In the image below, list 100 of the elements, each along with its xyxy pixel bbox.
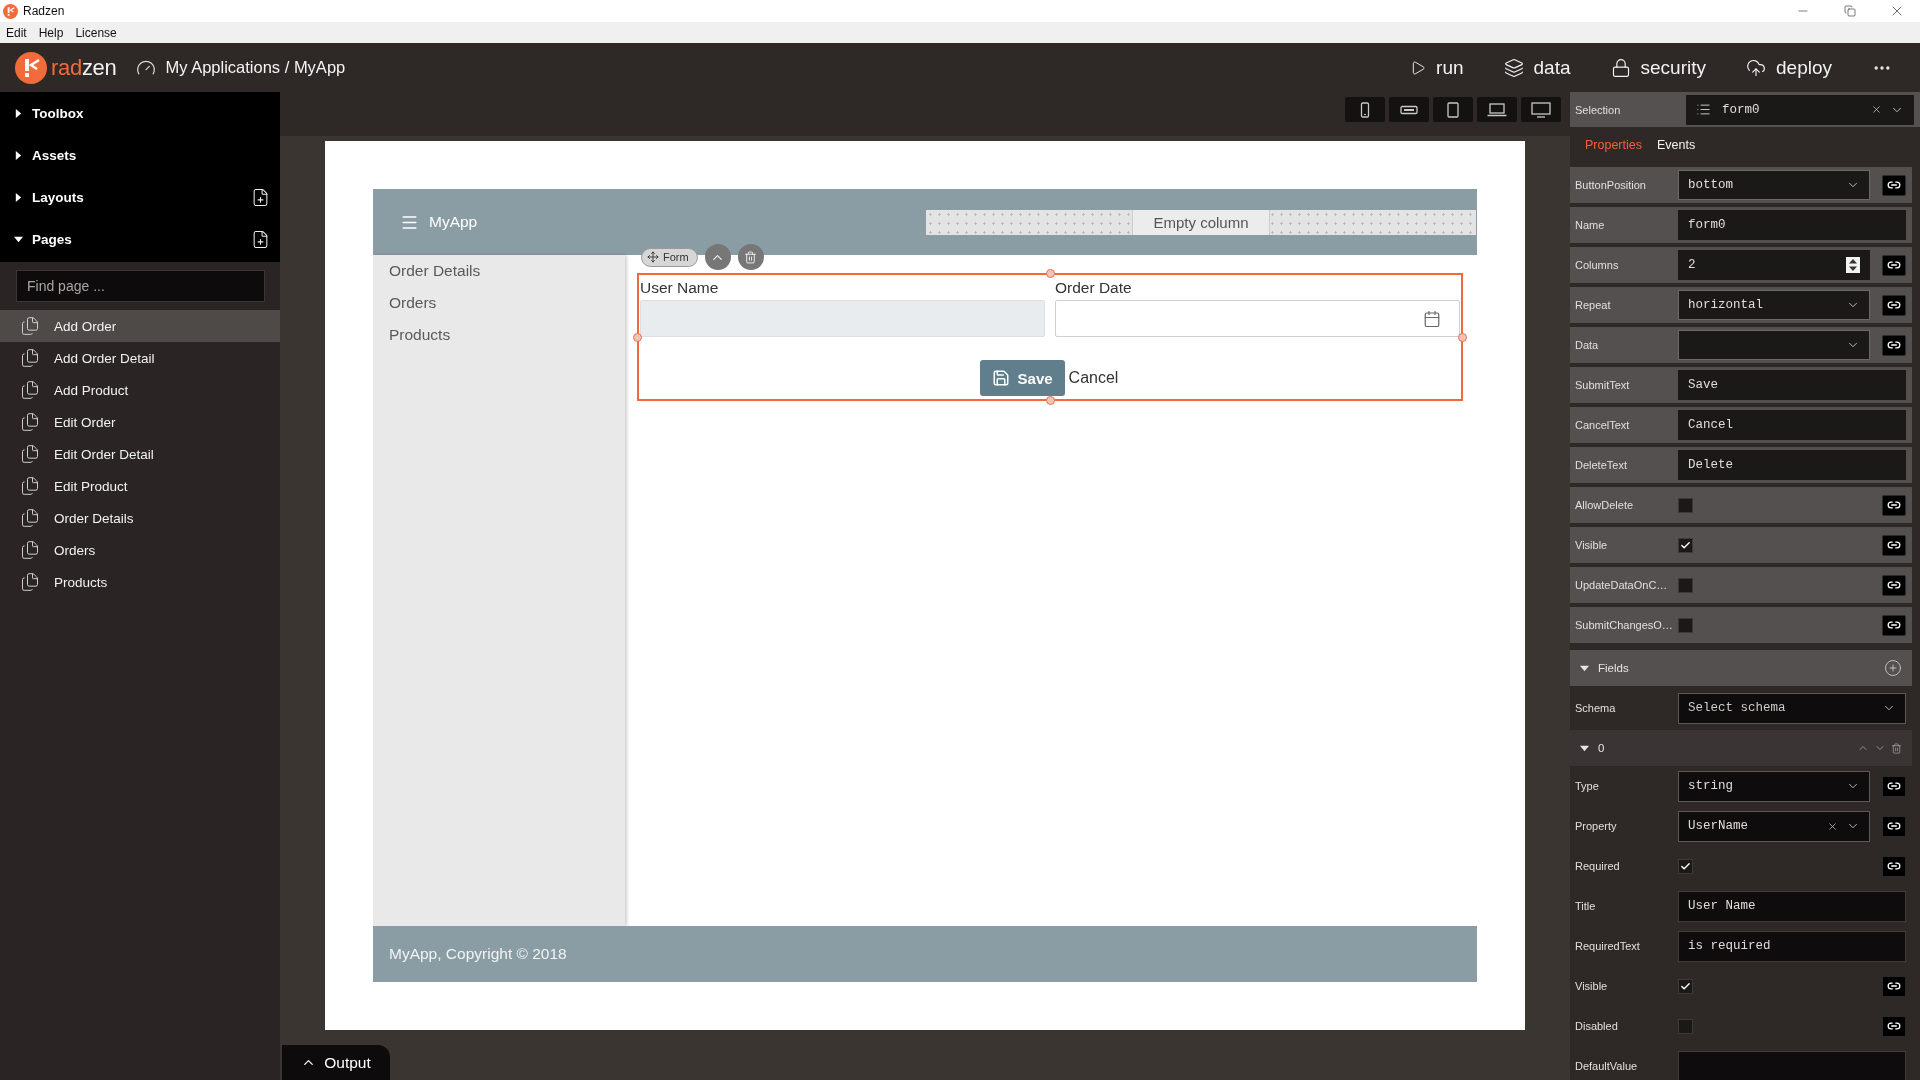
property-label: Repeat — [1575, 299, 1612, 311]
add-page-icon[interactable] — [251, 187, 270, 207]
number-field[interactable]: 2 — [1678, 250, 1870, 280]
checkbox[interactable] — [1678, 497, 1693, 513]
device-preview-button[interactable] — [1345, 97, 1385, 122]
selection-select[interactable]: form0 — [1686, 94, 1914, 125]
caret-right-icon[interactable] — [14, 108, 23, 118]
checkbox[interactable] — [1678, 577, 1693, 593]
app-logo-icon — [3, 3, 18, 19]
binding-button[interactable] — [1882, 975, 1906, 997]
property-label: Type — [1575, 780, 1600, 792]
panel-tab[interactable]: Events — [1657, 137, 1696, 152]
select-field[interactable]: bottom — [1678, 170, 1870, 200]
text-field[interactable]: is required — [1678, 930, 1906, 962]
page-item[interactable]: Products — [0, 566, 280, 598]
nav-link[interactable]: Products — [373, 319, 625, 351]
page-item[interactable]: Edit Product — [0, 470, 280, 502]
property-label: RequiredText — [1575, 940, 1641, 952]
output-tab[interactable]: Output — [282, 1045, 390, 1080]
logo-wordmark: radzen — [51, 54, 117, 81]
device-preview-button[interactable] — [1521, 97, 1561, 122]
select-field[interactable]: UserName — [1678, 810, 1870, 842]
select-field[interactable]: Select schema — [1678, 692, 1906, 724]
binding-button[interactable] — [1882, 534, 1906, 556]
menu-item[interactable]: License — [69, 25, 123, 40]
checkbox[interactable] — [1678, 858, 1693, 874]
text-field[interactable]: Delete — [1678, 450, 1906, 480]
page-icon — [20, 412, 40, 432]
cancel-button[interactable]: Cancel — [1066, 369, 1121, 387]
caret-right-icon[interactable] — [14, 192, 23, 202]
clear-icon[interactable] — [1827, 820, 1838, 832]
page-item[interactable]: Add Order Detail — [0, 342, 280, 374]
search-field[interactable]: Find page ... — [16, 270, 265, 302]
binding-button[interactable] — [1882, 614, 1906, 636]
page-icon — [20, 508, 40, 528]
device-preview-button[interactable] — [1477, 97, 1517, 122]
caret-down-icon[interactable] — [14, 234, 23, 244]
add-circle-icon[interactable] — [1884, 659, 1902, 677]
select-field[interactable]: horizontal — [1678, 290, 1870, 320]
calendar-icon[interactable] — [1423, 309, 1441, 328]
page-item[interactable]: Order Details — [0, 502, 280, 534]
menu-item[interactable]: Edit — [0, 25, 33, 40]
page-icon — [20, 316, 40, 336]
checkbox[interactable] — [1678, 617, 1693, 633]
data-button[interactable]: data — [1503, 56, 1571, 79]
binding-button[interactable] — [1882, 494, 1906, 516]
add-page-icon[interactable] — [251, 229, 270, 249]
caret-down-icon[interactable] — [1580, 743, 1589, 753]
section-title[interactable]: Assets — [32, 147, 77, 163]
trash-icon[interactable] — [1891, 742, 1902, 754]
breadcrumb[interactable]: My Applications / MyApp — [165, 58, 346, 77]
save-icon — [991, 369, 1010, 387]
page-item[interactable]: Orders — [0, 534, 280, 566]
binding-button[interactable] — [1882, 1015, 1906, 1037]
move-up-button[interactable] — [704, 244, 731, 270]
select-field[interactable]: string — [1678, 770, 1870, 802]
panel-tab[interactable]: Properties — [1585, 137, 1642, 152]
caret-down-icon[interactable] — [1580, 663, 1589, 673]
device-preview-button[interactable] — [1389, 97, 1429, 122]
device-preview-button[interactable] — [1433, 97, 1473, 122]
run-button[interactable]: run — [1410, 56, 1464, 79]
text-field[interactable]: User Name — [1678, 890, 1906, 922]
page-item[interactable]: Add Order — [0, 310, 280, 342]
nav-link[interactable]: Orders — [373, 287, 625, 319]
date-field[interactable] — [1055, 300, 1460, 337]
save-button[interactable]: Save — [979, 360, 1065, 396]
binding-button[interactable] — [1882, 294, 1906, 316]
page-item[interactable]: Edit Order — [0, 406, 280, 438]
page-item[interactable]: Add Product — [0, 374, 280, 406]
property-label: UpdateDataOnC… — [1575, 579, 1669, 591]
binding-button[interactable] — [1882, 254, 1906, 276]
binding-button[interactable] — [1882, 174, 1906, 196]
checkbox[interactable] — [1678, 978, 1693, 994]
checkbox[interactable] — [1678, 537, 1693, 553]
property-label: SubmitText — [1575, 379, 1631, 391]
menu-item[interactable]: Help — [32, 25, 70, 40]
section-title[interactable]: Toolbox — [32, 105, 84, 121]
section-title[interactable]: Layouts — [32, 189, 84, 205]
section-title[interactable]: Pages — [32, 231, 72, 247]
binding-button[interactable] — [1882, 334, 1906, 356]
resize-handle[interactable] — [1045, 269, 1055, 278]
delete-button[interactable] — [737, 244, 764, 270]
binding-button[interactable] — [1882, 815, 1906, 837]
spinner-icon[interactable] — [1846, 257, 1860, 273]
page-item[interactable]: Edit Order Detail — [0, 438, 280, 470]
deploy-button[interactable]: deploy — [1746, 56, 1832, 79]
checkbox[interactable] — [1678, 1018, 1693, 1034]
text-field[interactable]: Save — [1678, 370, 1906, 400]
nav-link[interactable]: Order Details — [373, 255, 625, 287]
link-icon — [1887, 819, 1901, 833]
text-field[interactable]: form0 — [1678, 210, 1906, 240]
security-button[interactable]: security — [1610, 56, 1706, 79]
clear-icon[interactable] — [1871, 104, 1882, 115]
binding-button[interactable] — [1882, 855, 1906, 877]
binding-button[interactable] — [1882, 775, 1906, 797]
text-field[interactable]: Cancel — [1678, 410, 1906, 440]
caret-right-icon[interactable] — [14, 150, 23, 160]
select-field[interactable] — [1678, 330, 1870, 360]
binding-button[interactable] — [1882, 574, 1906, 596]
text-field[interactable] — [1678, 1050, 1906, 1080]
